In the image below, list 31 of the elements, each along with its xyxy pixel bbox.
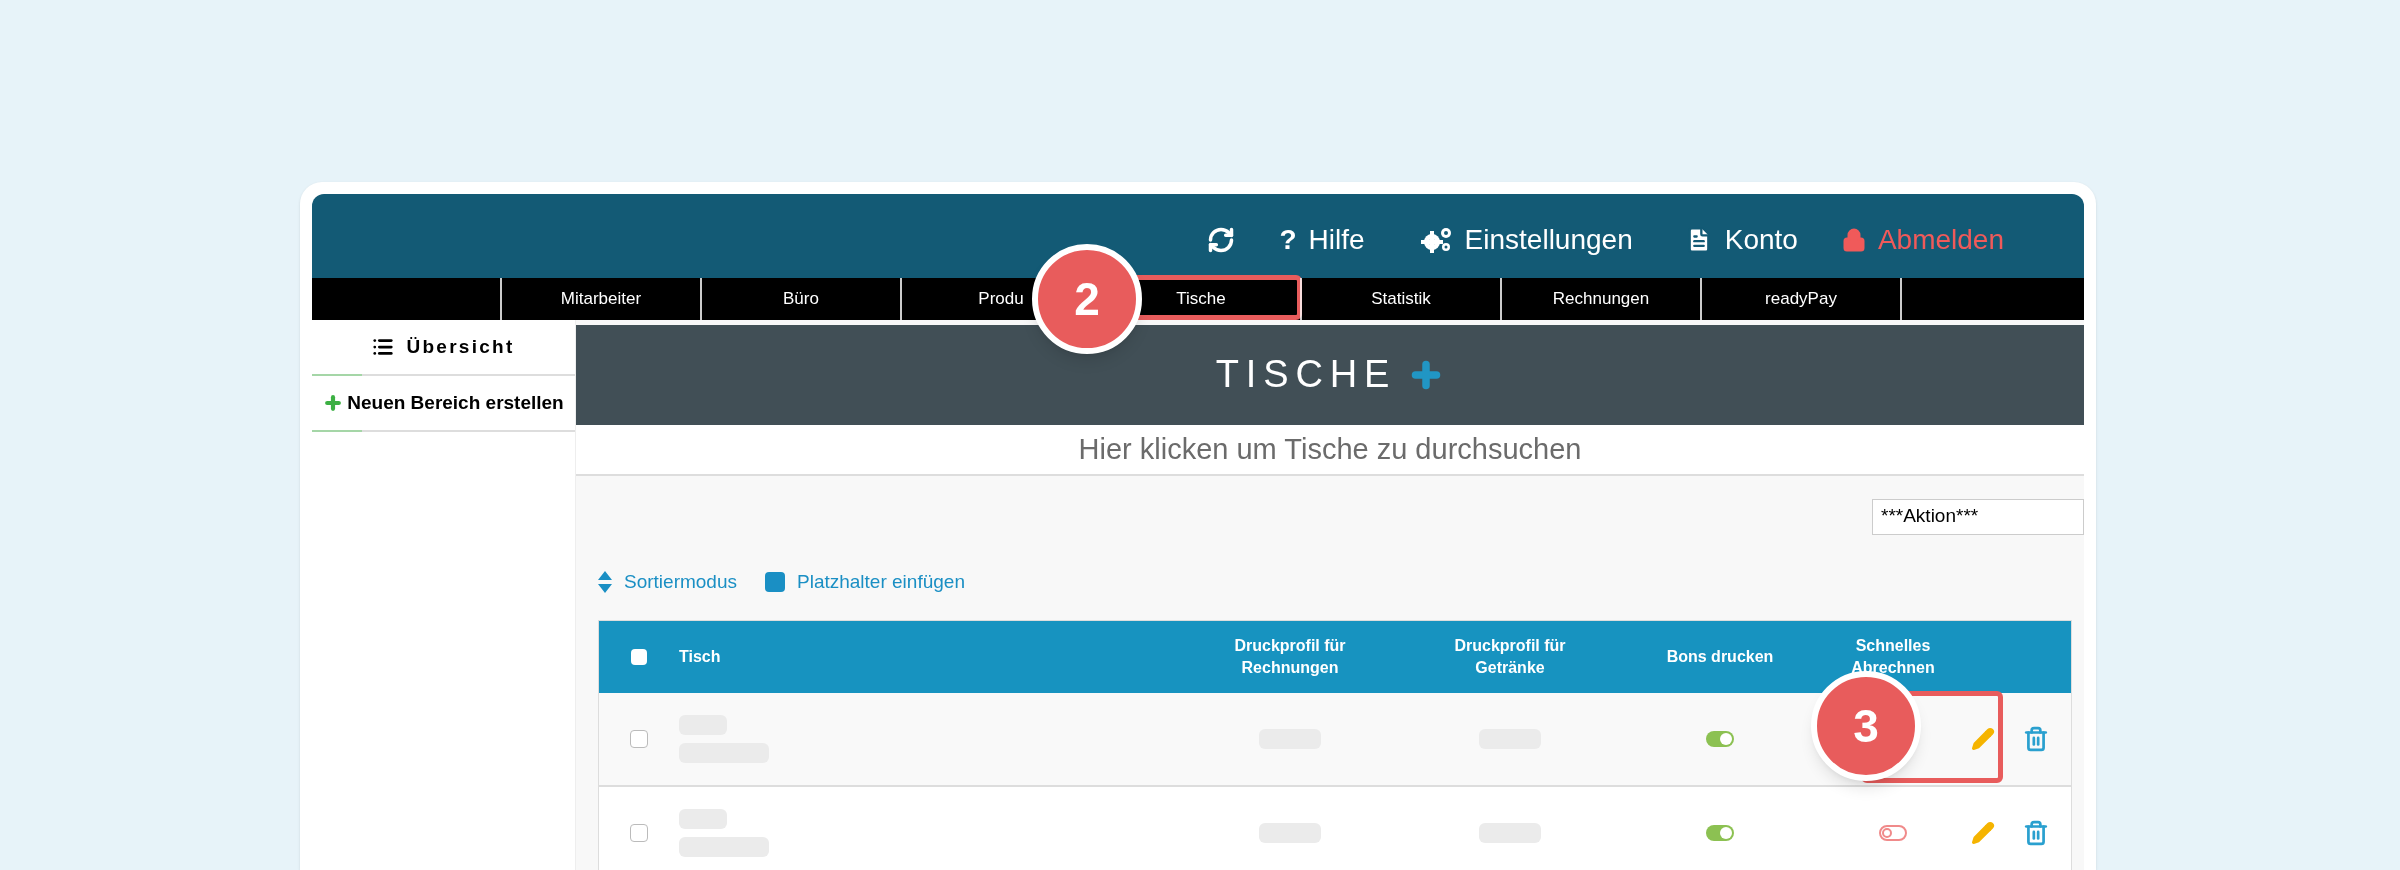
account-link[interactable]: Konto <box>1684 226 1798 254</box>
help-link[interactable]: ? Hilfe <box>1279 226 1365 254</box>
toggle-switch[interactable] <box>1706 825 1734 841</box>
column-header: Druckprofil für Getränke <box>1453 636 1567 678</box>
search-field[interactable]: Hier klicken um Tische zu durchsuchen <box>576 424 2084 476</box>
row-checkbox[interactable] <box>630 730 648 748</box>
settings-link[interactable]: Einstellungen <box>1420 226 1633 254</box>
column-header: Tisch <box>679 647 721 667</box>
overview-link[interactable]: Übersicht <box>372 332 515 362</box>
column-header: Bons drucken <box>1666 647 1774 667</box>
create-area-link[interactable]: Neuen Bereich erstellen <box>323 388 564 418</box>
edit-icon[interactable] <box>1971 727 1995 751</box>
delete-icon[interactable] <box>2023 726 2049 752</box>
select-all-checkbox[interactable] <box>631 649 647 665</box>
action-select[interactable]: ***Aktion*** <box>1872 498 2084 535</box>
delete-icon[interactable] <box>2023 820 2049 846</box>
square-icon <box>765 571 785 592</box>
insert-placeholder-link[interactable]: Platzhalter einfügen <box>765 567 965 596</box>
gears-icon <box>1420 226 1453 254</box>
refresh-button[interactable] <box>1207 226 1236 254</box>
column-header: Druckprofil für Rechnungen <box>1233 636 1347 678</box>
list-icon <box>372 336 395 358</box>
edit-icon[interactable] <box>1971 821 1995 845</box>
refresh-icon <box>1207 226 1236 254</box>
row-checkbox[interactable] <box>630 824 648 842</box>
page-title: TISCHE <box>1215 352 1397 398</box>
lock-icon <box>1841 228 1866 252</box>
plus-icon <box>323 393 344 413</box>
sort-icon <box>598 570 612 593</box>
toggle-switch[interactable] <box>1706 731 1734 747</box>
toggle-switch[interactable] <box>1879 825 1907 841</box>
